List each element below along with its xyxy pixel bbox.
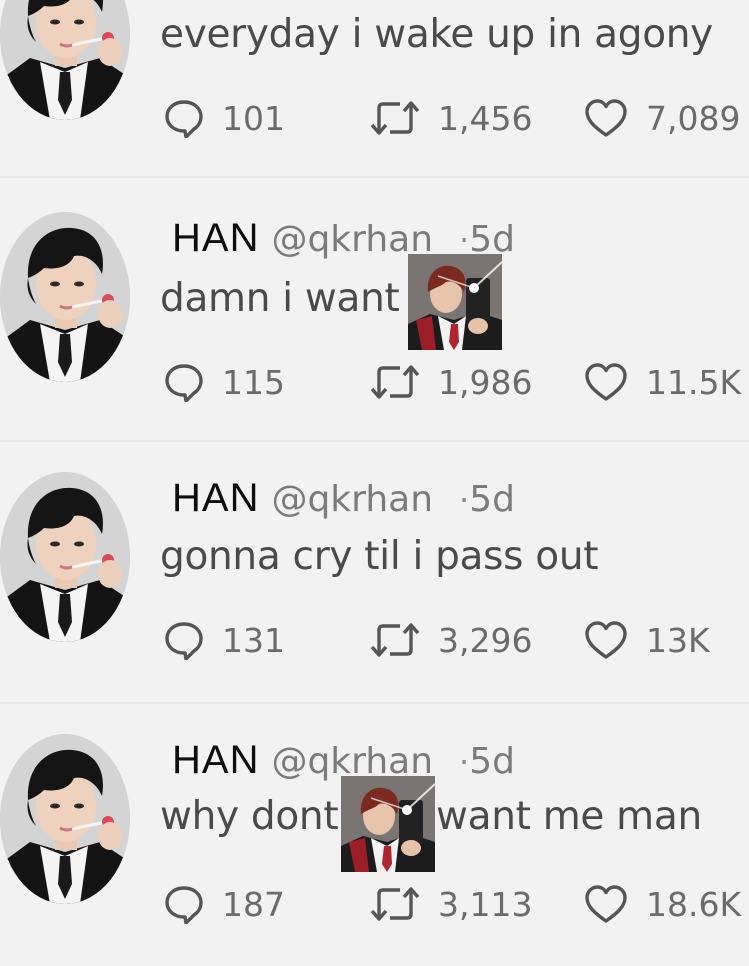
display-name[interactable]: HAN bbox=[172, 216, 259, 260]
heart-icon bbox=[584, 98, 628, 138]
tweet-text-before: why dont bbox=[160, 794, 339, 839]
reply-icon bbox=[164, 362, 204, 402]
tweet-text: everyday i wake up in agony bbox=[160, 12, 713, 57]
tweet-text-before: damn i want bbox=[160, 276, 400, 321]
retweet-icon bbox=[370, 884, 420, 924]
reply-icon bbox=[164, 98, 204, 138]
like-count: 13K bbox=[646, 620, 710, 660]
reply-count: 187 bbox=[222, 884, 285, 924]
tweet-item[interactable]: HAN @qkrhan ·5d gonna cry til i pass out 1… bbox=[0, 442, 749, 704]
like-count: 7,089 bbox=[646, 98, 741, 138]
retweet-count: 1,456 bbox=[438, 98, 533, 138]
tweet-item[interactable]: everyday i wake up in agony 101 1,456 7,… bbox=[0, 0, 749, 182]
inline-photo bbox=[408, 254, 502, 350]
separator-dot: · bbox=[459, 481, 470, 519]
avatar[interactable] bbox=[0, 212, 130, 382]
divider bbox=[0, 176, 749, 178]
like-button[interactable]: 7,089 bbox=[584, 98, 740, 138]
reply-button[interactable]: 187 bbox=[164, 884, 285, 924]
tweet-header: HAN @qkrhan ·5d bbox=[172, 476, 515, 524]
tweet-actions: 115 1,986 11.5K bbox=[164, 362, 749, 410]
heart-icon bbox=[584, 884, 628, 924]
inline-photo-image bbox=[408, 254, 502, 350]
retweet-count: 3,113 bbox=[438, 884, 533, 924]
retweet-icon bbox=[370, 362, 420, 402]
retweet-icon bbox=[370, 620, 420, 660]
heart-icon bbox=[584, 620, 628, 660]
like-count: 18.6K bbox=[646, 884, 742, 924]
tweet-feed: everyday i wake up in agony 101 1,456 7,… bbox=[0, 0, 749, 925]
retweet-icon bbox=[370, 98, 420, 138]
like-button[interactable]: 18.6K bbox=[584, 884, 741, 924]
tweet-text: gonna cry til i pass out bbox=[160, 534, 599, 579]
display-name[interactable]: HAN bbox=[172, 738, 259, 782]
reply-button[interactable]: 101 bbox=[164, 98, 285, 138]
retweet-button[interactable]: 3,296 bbox=[370, 620, 532, 660]
like-count: 11.5K bbox=[646, 362, 742, 402]
tweet-item[interactable]: HAN @qkrhan ·5d damn i want 115 1,986 11.5… bbox=[0, 182, 749, 444]
tweet-actions: 131 3,296 13K bbox=[164, 620, 749, 668]
like-button[interactable]: 13K bbox=[584, 620, 710, 660]
retweet-count: 3,296 bbox=[438, 620, 533, 660]
reply-count: 101 bbox=[222, 98, 285, 138]
user-handle[interactable]: @qkrhan bbox=[271, 479, 433, 520]
avatar[interactable] bbox=[0, 734, 130, 904]
avatar-photo bbox=[0, 212, 130, 382]
retweet-count: 1,986 bbox=[438, 362, 533, 402]
retweet-button[interactable]: 1,986 bbox=[370, 362, 532, 402]
reply-count: 115 bbox=[222, 362, 285, 402]
tweet-actions: 101 1,456 7,089 bbox=[164, 98, 749, 146]
tweet-text: damn i want bbox=[160, 276, 400, 321]
like-button[interactable]: 11.5K bbox=[584, 362, 741, 402]
heart-icon bbox=[584, 362, 628, 402]
retweet-button[interactable]: 3,113 bbox=[370, 884, 532, 924]
avatar-photo bbox=[0, 472, 130, 642]
timestamp[interactable]: 5d bbox=[469, 479, 515, 520]
reply-button[interactable]: 115 bbox=[164, 362, 285, 402]
avatar-photo bbox=[0, 0, 130, 120]
timestamp[interactable]: 5d bbox=[469, 741, 515, 782]
tweet-item[interactable]: HAN @qkrhan ·5d why dont want me man 187 3… bbox=[0, 704, 749, 966]
inline-photo-image bbox=[341, 776, 435, 872]
display-name[interactable]: HAN bbox=[172, 476, 259, 520]
tweet-text-after: want me man bbox=[436, 794, 702, 839]
reply-count: 131 bbox=[222, 620, 285, 660]
avatar[interactable] bbox=[0, 0, 130, 120]
reply-button[interactable]: 131 bbox=[164, 620, 285, 660]
separator-dot: · bbox=[459, 743, 470, 781]
inline-photo bbox=[341, 776, 435, 872]
retweet-button[interactable]: 1,456 bbox=[370, 98, 532, 138]
avatar-photo bbox=[0, 734, 130, 904]
avatar[interactable] bbox=[0, 472, 130, 642]
reply-icon bbox=[164, 620, 204, 660]
tweet-text: why dont bbox=[160, 794, 339, 839]
reply-icon bbox=[164, 884, 204, 924]
